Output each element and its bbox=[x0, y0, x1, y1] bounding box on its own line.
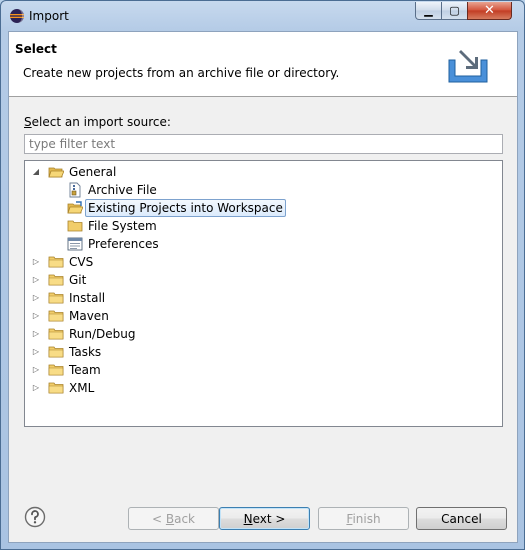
page-description: Create new projects from an archive file… bbox=[23, 66, 340, 80]
next-button[interactable]: Next > bbox=[219, 507, 310, 530]
tree-collapsed-arrow-icon[interactable]: ▷ bbox=[30, 289, 42, 307]
tree-item-general[interactable]: ◢ General bbox=[25, 163, 502, 181]
tree-item-category[interactable]: ▷ Maven bbox=[25, 307, 502, 325]
maximize-button[interactable]: ▢ bbox=[441, 2, 468, 20]
window-title: Import bbox=[29, 9, 69, 23]
folder-icon bbox=[48, 274, 64, 286]
tree-item-label: General bbox=[69, 165, 117, 179]
tree-item-category[interactable]: ▷ Team bbox=[25, 361, 502, 379]
close-button[interactable]: ✕ bbox=[467, 2, 512, 20]
finish-rest: inish bbox=[352, 511, 381, 526]
minimize-button[interactable]: ▁ bbox=[415, 2, 442, 20]
tree-item-category[interactable]: ▷ Tasks bbox=[25, 343, 502, 361]
tree-expanded-arrow-icon[interactable]: ◢ bbox=[30, 163, 42, 181]
wizard-header: Select Create new projects from an archi… bbox=[9, 32, 517, 97]
tree-item-label: File System bbox=[88, 219, 157, 233]
tree-item-label: Team bbox=[69, 363, 101, 377]
close-icon: ✕ bbox=[484, 3, 495, 18]
back-rest: ack bbox=[174, 511, 195, 526]
help-icon[interactable] bbox=[24, 506, 46, 528]
tree-item-label: CVS bbox=[69, 255, 94, 269]
tree-collapsed-arrow-icon[interactable]: ▷ bbox=[30, 307, 42, 325]
import-source-tree[interactable]: ◢ General Archive File Existing Projects… bbox=[24, 160, 503, 427]
import-source-label: Select an import source: bbox=[24, 115, 171, 129]
tree-item-label: Tasks bbox=[69, 345, 102, 359]
folder-icon bbox=[48, 256, 64, 268]
tree-item-label: Archive File bbox=[88, 183, 157, 197]
tree-collapsed-arrow-icon[interactable]: ▷ bbox=[30, 343, 42, 361]
filter-input[interactable] bbox=[24, 134, 503, 154]
tree-item-category[interactable]: ▷ CVS bbox=[25, 253, 502, 271]
tree-item-archive-file[interactable]: Archive File bbox=[25, 181, 502, 199]
tree-item-label: Existing Projects into Workspace bbox=[85, 199, 286, 217]
minimize-icon: ▁ bbox=[424, 4, 433, 17]
archive-file-icon bbox=[69, 182, 81, 198]
import-source-label-rest: elect an import source: bbox=[31, 115, 171, 129]
folder-open-icon bbox=[48, 167, 64, 178]
folder-icon bbox=[48, 346, 64, 358]
cancel-button[interactable]: Cancel bbox=[416, 507, 507, 530]
tree-item-category[interactable]: ▷ Run/Debug bbox=[25, 325, 502, 343]
folder-icon bbox=[48, 328, 64, 340]
folder-icon bbox=[67, 220, 83, 232]
tree-collapsed-arrow-icon[interactable]: ▷ bbox=[30, 271, 42, 289]
next-rest: ext > bbox=[252, 511, 286, 526]
back-button[interactable]: < Back bbox=[128, 507, 219, 530]
folder-icon bbox=[48, 364, 64, 376]
next-accel: N bbox=[243, 511, 253, 526]
tree-item-existing-projects[interactable]: Existing Projects into Workspace bbox=[25, 199, 502, 217]
page-title: Select bbox=[15, 42, 57, 56]
tree-item-label: Run/Debug bbox=[69, 327, 136, 341]
title-bar[interactable]: Import ▁ ▢ ✕ bbox=[1, 1, 524, 31]
tree-item-category[interactable]: ▷ Install bbox=[25, 289, 502, 307]
tree-collapsed-arrow-icon[interactable]: ▷ bbox=[30, 361, 42, 379]
folder-icon bbox=[48, 382, 64, 394]
preferences-icon bbox=[67, 237, 83, 251]
tree-item-category[interactable]: ▷ XML bbox=[25, 379, 502, 397]
tree-collapsed-arrow-icon[interactable]: ▷ bbox=[30, 379, 42, 397]
folder-icon bbox=[48, 310, 64, 322]
import-dialog-window: Import ▁ ▢ ✕ Select Create new projects … bbox=[0, 0, 525, 550]
tree-collapsed-arrow-icon[interactable]: ▷ bbox=[30, 253, 42, 271]
tree-item-label: Install bbox=[69, 291, 106, 305]
tree-item-label: XML bbox=[69, 381, 95, 395]
tree-item-file-system[interactable]: File System bbox=[25, 217, 502, 235]
tree-item-preferences[interactable]: Preferences bbox=[25, 235, 502, 253]
back-prefix: < bbox=[151, 511, 166, 526]
tree-item-label: Preferences bbox=[88, 237, 159, 251]
tree-item-label: Git bbox=[69, 273, 87, 287]
existing-projects-icon bbox=[67, 201, 83, 214]
back-accel: B bbox=[165, 511, 175, 526]
finish-button[interactable]: Finish bbox=[318, 507, 409, 530]
folder-icon bbox=[48, 292, 64, 304]
tree-item-label: Maven bbox=[69, 309, 109, 323]
dialog-client-area: Select Create new projects from an archi… bbox=[8, 31, 518, 543]
eclipse-app-icon bbox=[10, 9, 24, 23]
tree-collapsed-arrow-icon[interactable]: ▷ bbox=[30, 325, 42, 343]
maximize-icon: ▢ bbox=[449, 4, 460, 17]
import-wizard-icon bbox=[448, 50, 488, 83]
import-source-label-accel: S bbox=[24, 115, 32, 129]
tree-item-category[interactable]: ▷ Git bbox=[25, 271, 502, 289]
